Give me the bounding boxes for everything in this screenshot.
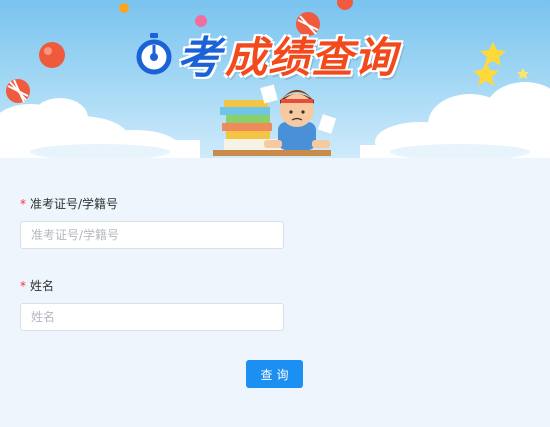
app-logo: 考 成绩查询	[133, 24, 397, 84]
star-icon	[473, 62, 499, 86]
name-label-text: 姓名	[30, 279, 55, 293]
name-input[interactable]	[20, 303, 284, 331]
logo-brand-text: 考	[177, 33, 221, 84]
header-banner: 考 成绩查询	[0, 0, 550, 158]
red-dot-decoration	[337, 0, 353, 10]
star-icon	[480, 42, 506, 66]
books-stack-illustration	[220, 100, 272, 139]
exam-number-input[interactable]	[20, 221, 284, 249]
desk-illustration	[213, 150, 331, 156]
required-marker: *	[20, 197, 26, 211]
star-icon	[517, 68, 529, 79]
red-ball-decoration	[39, 42, 65, 68]
page-title: 成绩查询	[225, 32, 398, 82]
exam-number-label: * 准考证号/学籍号	[20, 195, 118, 212]
required-marker: *	[20, 279, 26, 293]
striped-ball-decoration	[6, 79, 30, 103]
score-query-form: * 准考证号/学籍号 * 姓名 查询	[0, 158, 550, 427]
yellow-dot-decoration	[119, 3, 129, 13]
query-button[interactable]: 查询	[246, 360, 303, 388]
name-label: * 姓名	[20, 277, 54, 294]
stopwatch-icon	[136, 33, 172, 75]
exam-number-label-text: 准考证号/学籍号	[30, 197, 119, 211]
